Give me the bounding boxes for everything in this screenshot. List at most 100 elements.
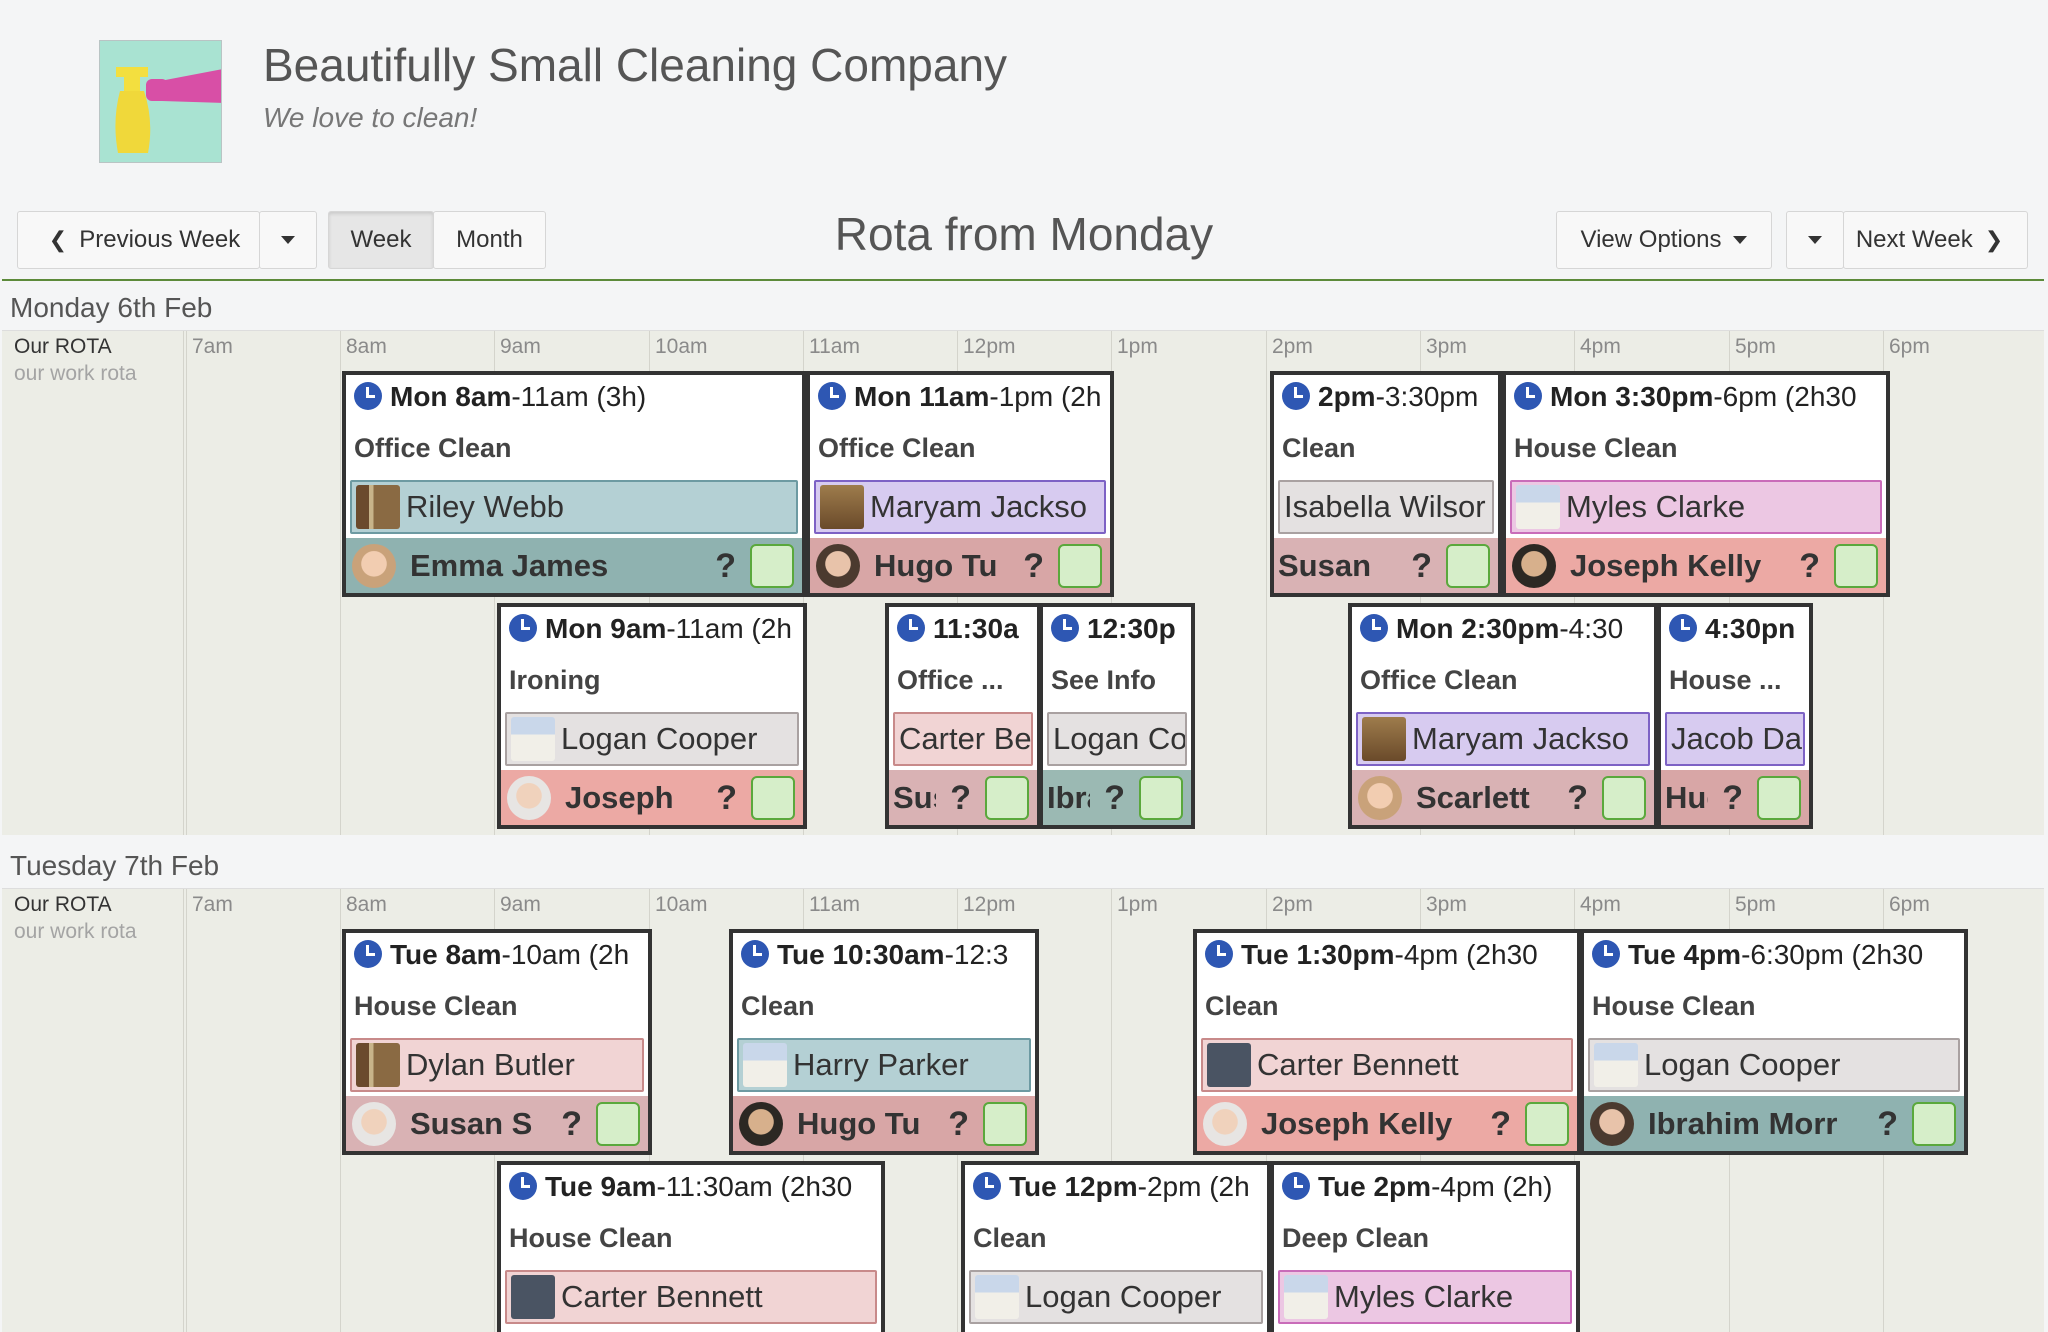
next-week-dropdown[interactable] [1786,211,1844,269]
shift-staff[interactable]: Ibra? [1043,770,1191,825]
shift-card[interactable]: Tue 12pm-2pm (2h Clean Logan Cooper [961,1161,1271,1332]
hour-label: 7am [192,893,233,916]
question-icon[interactable]: ? [1023,547,1044,586]
shift-card[interactable]: Mon 8am-11am (3h) Office Clean Riley Webb E… [342,371,806,597]
hour-gridline [1266,331,1267,835]
shift-card[interactable]: 2pm-3:30pm Clean Isabella Wilsor Susan? [1270,371,1502,597]
shift-location[interactable]: Riley Webb [350,480,798,534]
shift-card[interactable]: Tue 2pm-4pm (2h) Deep Clean Myles Clarke [1270,1161,1580,1332]
shift-time-start: 2pm [1318,381,1376,412]
confirm-checkbox[interactable] [1525,1102,1569,1146]
shift-location[interactable]: Maryam Jackso [1356,712,1650,766]
shift-card[interactable]: Mon 11am-1pm (2h Office Clean Maryam Jacks… [806,371,1114,597]
row-label-subtitle: our work rota [14,362,137,385]
confirm-checkbox[interactable] [750,544,794,588]
shift-time: 2pm-3:30pm [1282,381,1478,413]
shift-card[interactable]: Mon 9am-11am (2h Ironing Logan Cooper Josep… [497,603,807,829]
shift-job-type: Office Clean [354,433,512,463]
question-icon[interactable]: ? [1567,779,1588,818]
confirm-checkbox[interactable] [1757,776,1801,820]
shift-card[interactable]: Tue 10:30am-12:3 Clean Harry Parker Hugo Tu… [729,929,1039,1155]
confirm-checkbox[interactable] [1834,544,1878,588]
question-icon[interactable]: ? [716,779,737,818]
shift-staff[interactable]: Ibrahim Morr? [1584,1096,1964,1151]
view-options-button[interactable]: View Options [1556,211,1772,269]
staff-name: Hugo Tu [797,1106,921,1141]
question-icon[interactable]: ? [1877,1105,1898,1144]
hour-gridline [186,889,187,1332]
shift-card[interactable]: 12:30p See Info Logan Co Ibra? [1039,603,1195,829]
shift-card[interactable]: Mon 3:30pm-6pm (2h30 House Clean Myles Cla… [1502,371,1890,597]
confirm-checkbox[interactable] [1602,776,1646,820]
shift-location[interactable]: Carter Bennett [505,1270,877,1324]
question-icon[interactable]: ? [561,1105,582,1144]
shift-location[interactable]: Carter Bennett [1201,1038,1573,1092]
question-icon[interactable]: ? [1799,547,1820,586]
confirm-checkbox[interactable] [983,1102,1027,1146]
question-icon[interactable]: ? [1411,547,1432,586]
shift-staff[interactable]: Susa? [889,770,1037,825]
shift-staff[interactable]: Emma James? [346,538,802,593]
shift-staff[interactable]: Joseph Kelly? [1197,1096,1577,1151]
shift-card[interactable]: Mon 2:30pm-4:30 Office Clean Maryam Jackso… [1348,603,1658,829]
hour-gridline [186,331,187,835]
shift-card[interactable]: 11:30a Office ... Carter Be Susa? [885,603,1041,829]
shift-location[interactable]: Logan Co [1047,712,1187,766]
view-options-label: View Options [1580,226,1722,253]
shift-time: 12:30p [1051,613,1176,645]
question-icon[interactable]: ? [1104,779,1125,818]
question-icon[interactable]: ? [715,547,736,586]
shift-staff[interactable]: Susan S? [346,1096,648,1151]
shift-card[interactable]: Tue 1:30pm-4pm (2h30 Clean Carter Bennett J… [1193,929,1581,1155]
shift-time-end: -12:3 [944,939,1009,970]
shift-location[interactable]: Myles Clarke [1510,480,1882,534]
shift-card[interactable]: Tue 4pm-6:30pm (2h30 House Clean Logan Coo… [1580,929,1968,1155]
next-week-button[interactable]: Next Week ❯ [1843,211,2028,269]
clock-icon [741,940,769,968]
shift-staff[interactable]: Joseph Kelly? [1506,538,1886,593]
confirm-checkbox[interactable] [985,776,1029,820]
question-icon[interactable]: ? [1490,1105,1511,1144]
confirm-checkbox[interactable] [1446,544,1490,588]
shift-staff[interactable]: Joseph? [501,770,803,825]
shift-time-start: Tue 8am [390,939,502,970]
confirm-checkbox[interactable] [1139,776,1183,820]
shift-location[interactable]: Harry Parker [737,1038,1031,1092]
shift-location[interactable]: Dylan Butler [350,1038,644,1092]
confirm-checkbox[interactable] [1058,544,1102,588]
shift-location[interactable]: Myles Clarke [1278,1270,1572,1324]
question-icon[interactable]: ? [950,779,971,818]
shift-location[interactable]: Logan Cooper [969,1270,1263,1324]
question-icon[interactable]: ? [1722,779,1743,818]
shift-staff[interactable]: Hugo Tu? [810,538,1110,593]
shift-staff[interactable]: Susan? [1274,538,1498,593]
shift-location[interactable]: Logan Cooper [505,712,799,766]
shift-time-start: 11:30a [933,613,1019,644]
shift-location[interactable]: Logan Cooper [1588,1038,1960,1092]
shift-card[interactable]: Tue 9am-11:30am (2h30 House Clean Carter B… [497,1161,885,1332]
shift-card[interactable]: Tue 8am-10am (2h House Clean Dylan Butler S… [342,929,652,1155]
shift-time-end: -3:30pm [1375,381,1479,412]
shift-location[interactable]: Isabella Wilsor [1278,480,1494,534]
shift-time: Tue 9am-11:30am (2h30 [509,1171,852,1203]
shift-card[interactable]: 4:30pn House ... Jacob Da Hug? [1657,603,1813,829]
confirm-checkbox[interactable] [596,1102,640,1146]
confirm-checkbox[interactable] [751,776,795,820]
row-label-title: Our ROTA [14,893,112,916]
shift-location[interactable]: Maryam Jackso [814,480,1106,534]
day-grid-monday: Our ROTA our work rota 7am 8am 9am 10am 11am… [2,330,2044,835]
shift-time-start: Mon 9am [545,613,667,644]
confirm-checkbox[interactable] [1912,1102,1956,1146]
location-name: Jacob Da [1671,721,1802,756]
shift-location[interactable]: Jacob Da [1665,712,1805,766]
shift-time-start: Mon 3:30pm [1550,381,1714,412]
shift-location[interactable]: Carter Be [893,712,1033,766]
clock-icon [509,1172,537,1200]
question-icon[interactable]: ? [948,1105,969,1144]
shift-staff[interactable]: Scarlett? [1352,770,1654,825]
staff-name: Ibra [1047,780,1090,815]
hour-label: 2pm [1272,893,1313,916]
shift-staff[interactable]: Hugo Tu? [733,1096,1035,1151]
shift-staff[interactable]: Hug? [1661,770,1809,825]
avatar [816,544,860,588]
